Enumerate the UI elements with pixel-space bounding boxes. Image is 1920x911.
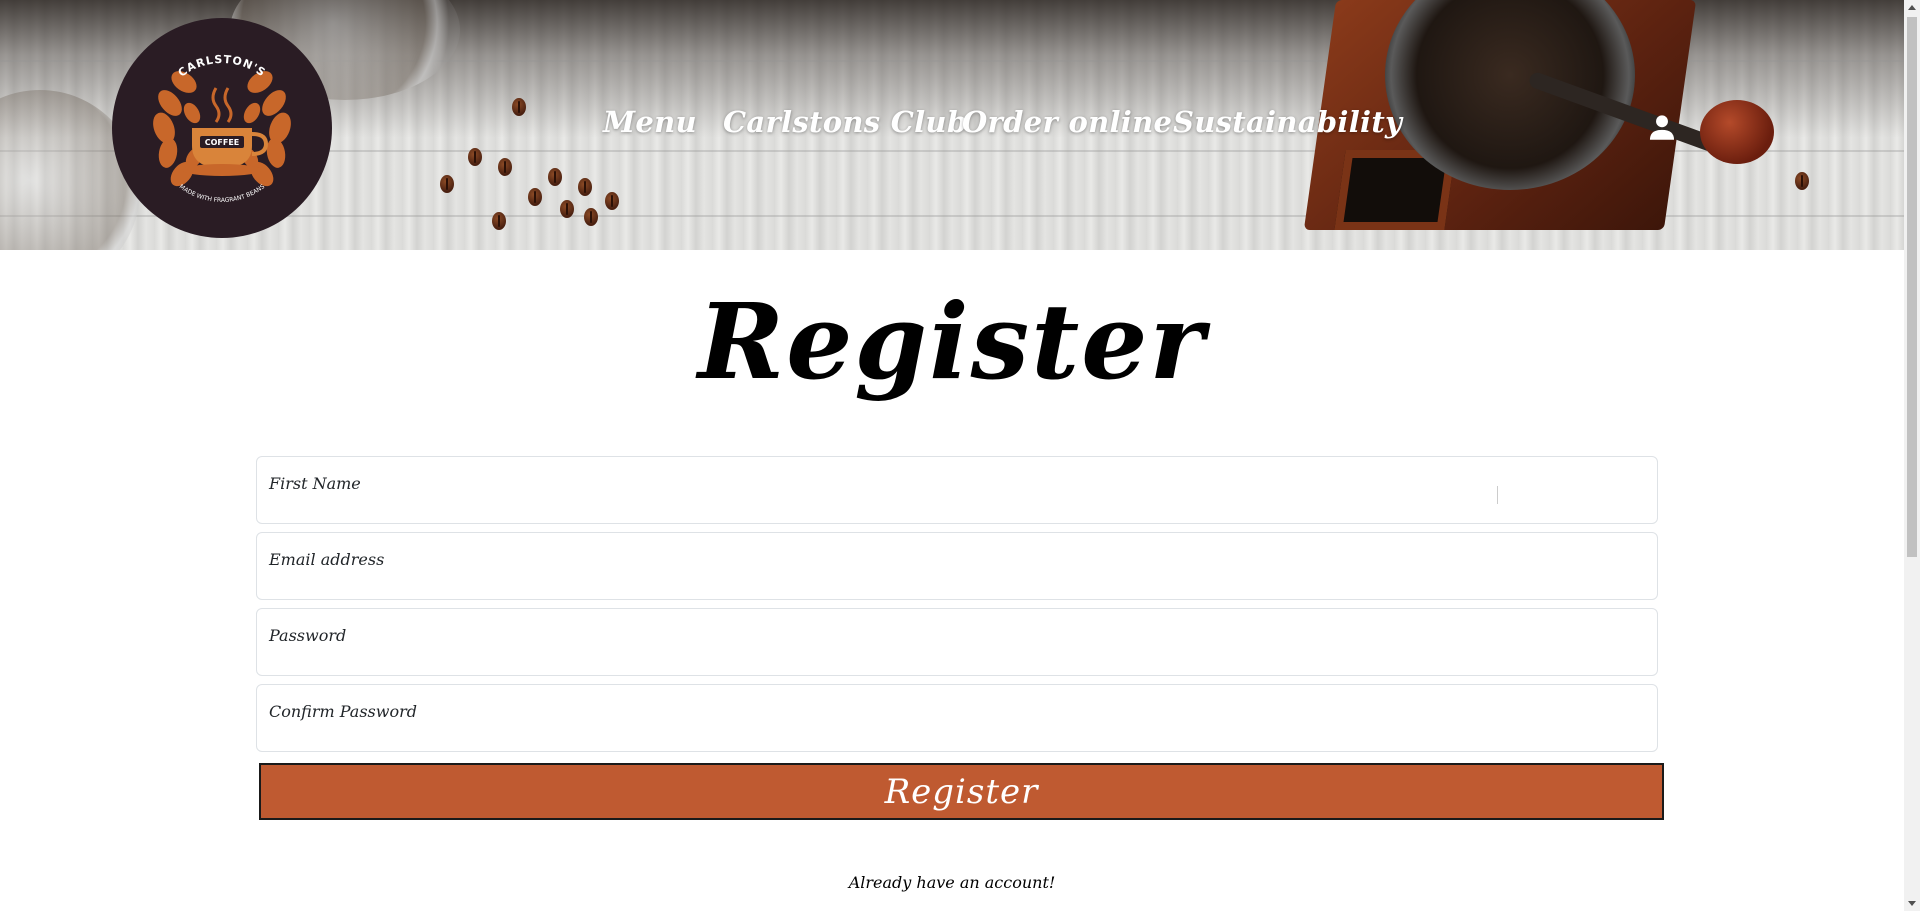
coffee-bean [528, 188, 542, 206]
password-input[interactable] [269, 647, 1639, 671]
confirm-password-label: Confirm Password [269, 702, 417, 721]
password-field[interactable]: Password [256, 608, 1658, 676]
user-icon [1649, 115, 1675, 140]
vertical-scrollbar[interactable] [1904, 0, 1920, 911]
coffee-bean [1795, 172, 1809, 190]
first-name-field[interactable]: First Name [256, 456, 1658, 524]
register-button[interactable]: Register [259, 763, 1664, 820]
logo-bottom-text: MADE WITH FRAGRANT BEANS [178, 183, 266, 204]
coffee-bean [548, 168, 562, 186]
confirm-password-field[interactable]: Confirm Password [256, 684, 1658, 752]
scroll-down-arrow-icon[interactable] [1908, 901, 1916, 906]
page-title: Register [697, 280, 1207, 403]
coffee-bean [498, 158, 512, 176]
scroll-up-arrow-icon[interactable] [1908, 5, 1916, 10]
first-name-input[interactable] [269, 495, 1639, 519]
nav-item-menu[interactable]: Menu [603, 105, 697, 139]
account-icon[interactable] [1645, 110, 1679, 144]
first-name-label: First Name [269, 474, 361, 493]
hero-header: COFFEE CARLSTON'S MADE WITH FRAGRANT BEA… [0, 0, 1904, 250]
login-link[interactable]: Already have an account! [0, 873, 1904, 892]
main-nav: Menu Carlstons Club Order online Sustain… [0, 105, 1904, 151]
svg-text:MADE WITH FRAGRANT BEANS: MADE WITH FRAGRANT BEANS [178, 183, 266, 204]
coffee-bean [560, 200, 574, 218]
register-page: COFFEE CARLSTON'S MADE WITH FRAGRANT BEA… [0, 0, 1920, 911]
coffee-bean [492, 212, 506, 230]
email-input[interactable] [269, 571, 1639, 595]
coffee-bean [584, 208, 598, 226]
password-label: Password [269, 626, 347, 645]
email-field[interactable]: Email address [256, 532, 1658, 600]
scrollbar-thumb[interactable] [1907, 17, 1917, 557]
nav-item-order-online[interactable]: Order online [962, 105, 1172, 139]
nav-item-sustainability[interactable]: Sustainability [1173, 105, 1402, 139]
coffee-bean [578, 178, 592, 196]
email-label: Email address [269, 550, 385, 569]
nav-item-carlstons-club[interactable]: Carlstons Club [723, 105, 967, 139]
confirm-password-input[interactable] [269, 723, 1639, 747]
coffee-bean [440, 175, 454, 193]
text-cursor [1497, 486, 1498, 504]
coffee-bean [605, 192, 619, 210]
